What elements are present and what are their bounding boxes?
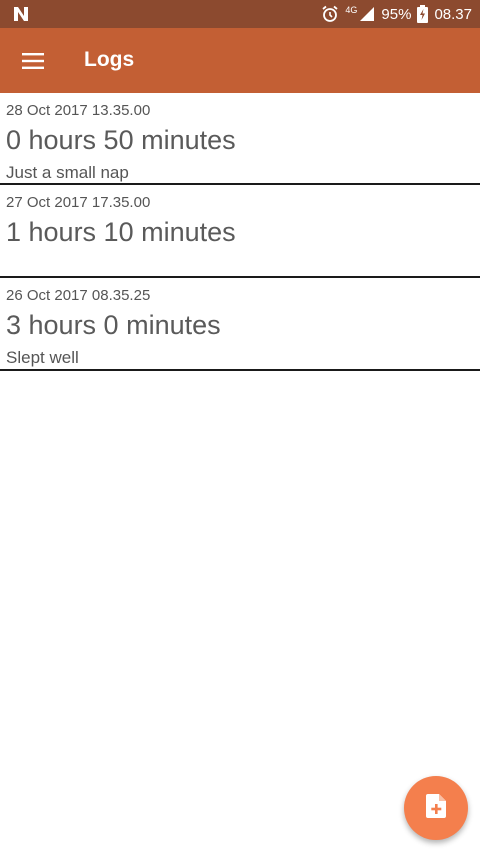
battery-percent: 95% <box>381 5 412 23</box>
log-item[interactable]: 26 Oct 2017 08.35.25 3 hours 0 minutes S… <box>0 278 480 371</box>
log-duration: 0 hours 50 minutes <box>6 125 236 155</box>
page-title: Logs <box>84 48 135 71</box>
log-date: 27 Oct 2017 17.35.00 <box>6 194 151 211</box>
status-icons: 4G 95% 08.37 <box>321 0 472 28</box>
log-item[interactable]: 28 Oct 2017 13.35.00 0 hours 50 minutes … <box>0 93 480 185</box>
status-bar: 4G 95% 08.37 <box>0 0 480 28</box>
signal-icon <box>359 6 375 22</box>
n-notification-icon <box>12 5 30 23</box>
log-note: Just a small nap <box>6 163 129 182</box>
clock: 08.37 <box>434 5 472 23</box>
log-date: 26 Oct 2017 08.35.25 <box>6 287 151 304</box>
network-type: 4G <box>345 5 358 15</box>
log-note: Slept well <box>6 348 79 367</box>
logs-list: 28 Oct 2017 13.35.00 0 hours 50 minutes … <box>0 93 480 371</box>
add-log-button[interactable] <box>404 776 468 840</box>
add-document-icon <box>426 793 446 823</box>
log-duration: 3 hours 0 minutes <box>6 310 221 340</box>
alarm-icon <box>321 5 339 23</box>
hamburger-menu-icon[interactable] <box>14 42 52 80</box>
battery-charging-icon <box>417 5 429 23</box>
log-item[interactable]: 27 Oct 2017 17.35.00 1 hours 10 minutes <box>0 185 480 278</box>
log-date: 28 Oct 2017 13.35.00 <box>6 102 151 119</box>
app-bar: Logs <box>0 28 480 93</box>
log-duration: 1 hours 10 minutes <box>6 217 236 247</box>
